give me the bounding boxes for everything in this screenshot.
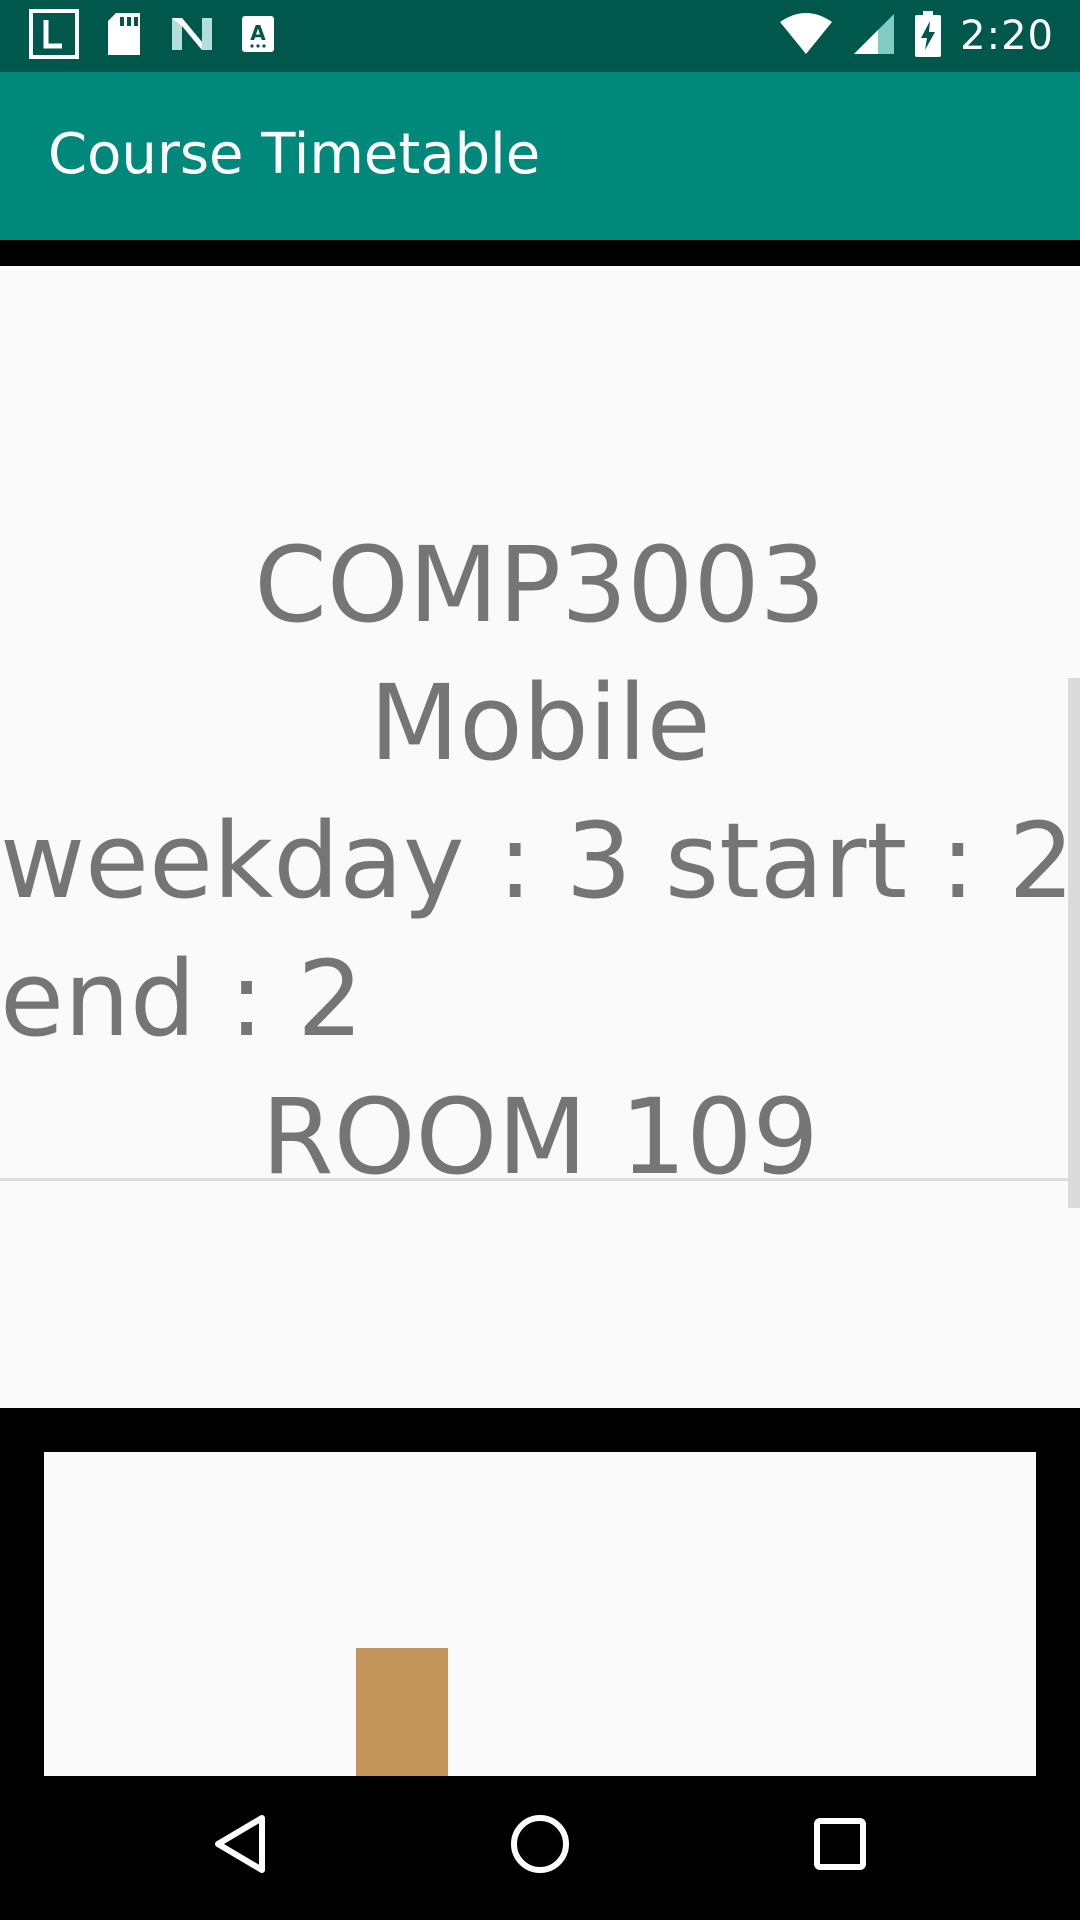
status-time: 2:20: [960, 13, 1054, 59]
navigation-bar: [0, 1776, 1080, 1920]
divider: [0, 1178, 1080, 1181]
status-bar: A 2:20: [0, 0, 1080, 72]
svg-text:A: A: [250, 21, 266, 45]
wifi-icon: [778, 12, 834, 60]
back-button[interactable]: [190, 1796, 290, 1896]
cellular-signal-icon: [852, 12, 896, 60]
course-schedule-line1: weekday : 3 start : 2: [0, 800, 1075, 922]
course-slot-block[interactable]: [356, 1648, 448, 1776]
battery-charging-icon: [914, 10, 942, 62]
timetable-preview-area: [44, 1452, 1036, 1776]
app-title: Course Timetable: [48, 122, 541, 187]
course-card[interactable]: COMP3003 Mobile weekday : 3 start : 2 en…: [0, 266, 1080, 1408]
recents-icon: [812, 1816, 868, 1876]
back-icon: [210, 1812, 270, 1880]
n-logo-icon: [168, 14, 216, 58]
home-icon: [508, 1812, 572, 1880]
recents-button[interactable]: [790, 1796, 890, 1896]
course-code: COMP3003: [254, 524, 826, 646]
home-button[interactable]: [490, 1796, 590, 1896]
course-details: COMP3003 Mobile weekday : 3 start : 2 en…: [0, 516, 1080, 1206]
timetable-preview-panel[interactable]: [0, 1408, 1080, 1776]
launcher-l-icon: [28, 8, 80, 64]
sd-card-icon: [104, 11, 144, 61]
status-bar-right-icons: 2:20: [778, 10, 1054, 62]
scrollbar[interactable]: [1068, 678, 1080, 1208]
course-schedule-line2: end : 2: [0, 938, 364, 1060]
text-a-icon: A: [240, 14, 276, 58]
app-bar: Course Timetable: [0, 72, 1080, 240]
course-room: ROOM 109: [261, 1076, 819, 1198]
status-bar-left-icons: A: [28, 8, 276, 64]
top-panel-edge: [0, 240, 1080, 266]
course-name: Mobile: [369, 662, 711, 784]
